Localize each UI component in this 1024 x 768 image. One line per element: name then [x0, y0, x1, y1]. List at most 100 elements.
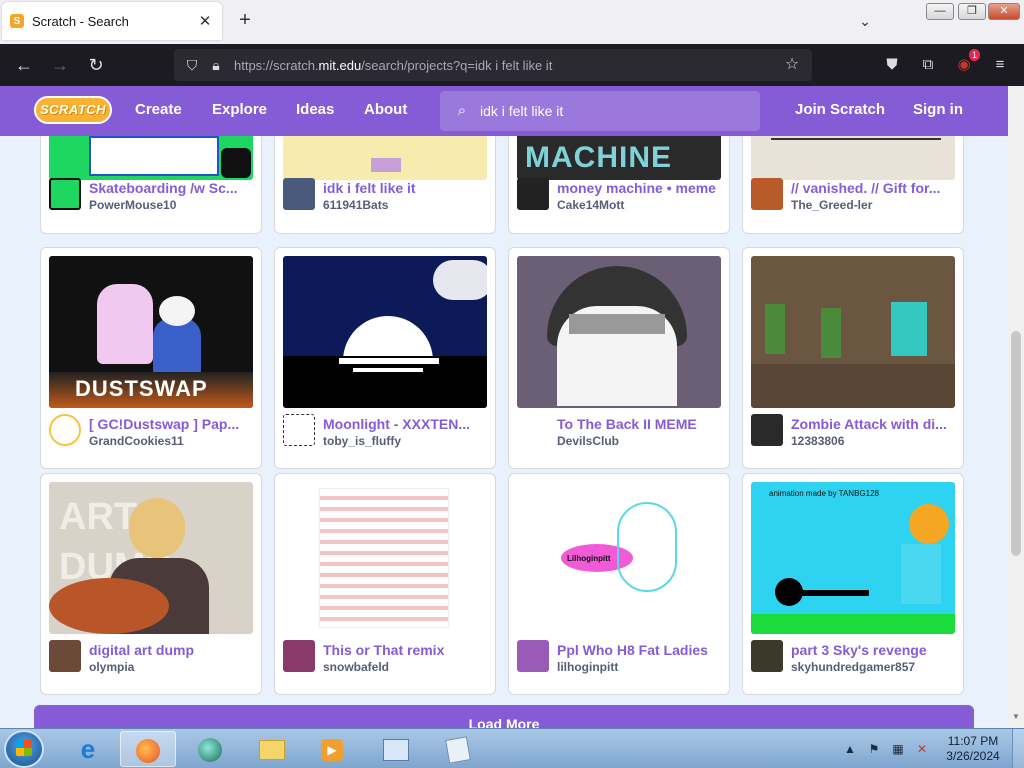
project-title[interactable]: Zombie Attack with di...	[791, 416, 957, 432]
project-thumbnail[interactable]: MACHINE	[517, 136, 721, 180]
project-title[interactable]: // vanished. // Gift for...	[791, 180, 957, 196]
scroll-thumb[interactable]	[1011, 331, 1021, 556]
load-more-button[interactable]: Load More	[34, 705, 974, 728]
lock-icon[interactable]: 🔒︎	[204, 53, 228, 77]
start-button[interactable]	[4, 730, 44, 768]
project-title[interactable]: digital art dump	[89, 642, 255, 658]
forward-arrow-icon[interactable]: →	[48, 53, 72, 77]
minimize-button[interactable]: —	[926, 3, 954, 20]
project-card[interactable]: To The Back II MEME DevilsClub	[508, 247, 730, 469]
project-author[interactable]: lilhoginpitt	[557, 660, 723, 674]
tab-close-icon[interactable]: ✕	[196, 12, 214, 30]
project-title[interactable]: Moonlight - XXXTEN...	[323, 416, 489, 432]
join-scratch-link[interactable]: Join Scratch	[795, 101, 885, 118]
new-tab-button[interactable]: +	[234, 10, 256, 32]
project-author[interactable]: GrandCookies11	[89, 434, 255, 448]
action-center-flag-icon[interactable]: ⚑	[866, 741, 882, 757]
project-card[interactable]: Skateboarding /w Sc... PowerMouse10	[40, 136, 262, 234]
show-hidden-icons-chevron-icon[interactable]: ▲	[842, 741, 858, 757]
nav-ideas[interactable]: Ideas	[296, 101, 334, 118]
author-avatar[interactable]	[283, 178, 315, 210]
nav-about[interactable]: About	[364, 101, 407, 118]
project-thumbnail[interactable]: ART DUMP	[49, 482, 253, 634]
volume-muted-icon[interactable]: ✕	[914, 741, 930, 757]
reload-icon[interactable]: ↻	[84, 53, 108, 77]
show-desktop-button[interactable]	[1012, 729, 1024, 768]
list-tabs-chevron-icon[interactable]: ⌄	[854, 10, 876, 32]
nav-create[interactable]: Create	[135, 101, 182, 118]
browser-tab[interactable]: S Scratch - Search ✕	[2, 2, 222, 40]
project-author[interactable]: PowerMouse10	[89, 198, 255, 212]
scroll-down-arrow-icon[interactable]: ▼	[1011, 712, 1021, 722]
author-avatar[interactable]	[49, 640, 81, 672]
project-card[interactable]: Zombie Attack with di... 12383806	[742, 247, 964, 469]
menu-hamburger-icon[interactable]: ≡	[988, 53, 1012, 77]
project-thumbnail[interactable]	[283, 256, 487, 408]
search-input[interactable]	[480, 103, 750, 119]
internet-explorer-icon[interactable]: e	[60, 731, 116, 767]
app-sphere-icon[interactable]	[182, 731, 238, 767]
project-title[interactable]: This or That remix	[323, 642, 489, 658]
project-card[interactable]: Lilhoginpitt Ppl Who H8 Fat Ladies lilho…	[508, 473, 730, 695]
maximize-button[interactable]: ❐	[958, 3, 986, 20]
sign-in-link[interactable]: Sign in	[913, 101, 963, 118]
url-text[interactable]: https://scratch.mit.edu/search/projects?…	[234, 58, 780, 73]
project-author[interactable]: skyhundredgamer857	[791, 660, 957, 674]
project-author[interactable]: snowbafeld	[323, 660, 489, 674]
bookmark-star-icon[interactable]: ☆	[780, 53, 804, 77]
notepad-icon[interactable]	[430, 731, 486, 767]
author-avatar[interactable]	[49, 414, 81, 446]
project-thumbnail[interactable]	[751, 136, 955, 180]
project-card[interactable]: // vanished. // Gift for... The_Greed-le…	[742, 136, 964, 234]
project-author[interactable]: Cake14Mott	[557, 198, 723, 212]
file-explorer-icon[interactable]	[244, 731, 300, 767]
project-thumbnail[interactable]: Lilhoginpitt	[517, 482, 721, 634]
shield-icon[interactable]: ⛉	[180, 53, 204, 77]
nav-explore[interactable]: Explore	[212, 101, 267, 118]
project-card[interactable]: DUSTSWAP [ GC!Dustswap ] Pap... GrandCoo…	[40, 247, 262, 469]
author-avatar[interactable]	[751, 178, 783, 210]
extensions-puzzle-icon[interactable]: ⧉	[916, 53, 940, 77]
author-avatar[interactable]	[283, 640, 315, 672]
system-clock[interactable]: 11:07 PM 3/26/2024	[936, 734, 1010, 764]
project-author[interactable]: 12383806	[791, 434, 957, 448]
pocket-icon[interactable]: ⛊	[880, 53, 904, 77]
author-avatar[interactable]	[517, 640, 549, 672]
url-bar[interactable]: ⛉ 🔒︎ https://scratch.mit.edu/search/proj…	[174, 49, 812, 81]
project-author[interactable]: DevilsClub	[557, 434, 723, 448]
project-thumbnail[interactable]	[751, 256, 955, 408]
author-avatar[interactable]	[751, 414, 783, 446]
project-title[interactable]: To The Back II MEME	[557, 416, 723, 432]
project-card[interactable]: ART DUMP digital art dump olympia	[40, 473, 262, 695]
project-thumbnail[interactable]	[283, 136, 487, 180]
author-avatar[interactable]	[517, 414, 549, 446]
project-thumbnail[interactable]	[283, 482, 487, 634]
author-avatar[interactable]	[283, 414, 315, 446]
project-author[interactable]: olympia	[89, 660, 255, 674]
project-thumbnail[interactable]: DUSTSWAP	[49, 256, 253, 408]
project-title[interactable]: [ GC!Dustswap ] Pap...	[89, 416, 255, 432]
project-thumbnail[interactable]: animation made by TANBG128	[751, 482, 955, 634]
project-author[interactable]: The_Greed-ler	[791, 198, 957, 212]
project-thumbnail[interactable]	[517, 256, 721, 408]
project-card[interactable]: This or That remix snowbafeld	[274, 473, 496, 695]
project-card[interactable]: Moonlight - XXXTEN... toby_is_fluffy	[274, 247, 496, 469]
project-card[interactable]: idk i felt like it 611941Bats	[274, 136, 496, 234]
project-title[interactable]: Ppl Who H8 Fat Ladies	[557, 642, 723, 658]
project-title[interactable]: money machine • meme	[557, 180, 723, 196]
page-scrollbar[interactable]: ▼	[1008, 86, 1024, 728]
project-card[interactable]: animation made by TANBG128 part 3 Sky's …	[742, 473, 964, 695]
search-box[interactable]: ⌕	[440, 91, 760, 131]
author-avatar[interactable]	[517, 178, 549, 210]
project-author[interactable]: toby_is_fluffy	[323, 434, 489, 448]
project-title[interactable]: Skateboarding /w Sc...	[89, 180, 255, 196]
back-arrow-icon[interactable]: ←	[12, 53, 36, 77]
control-panel-icon[interactable]	[368, 731, 424, 767]
author-avatar[interactable]	[751, 640, 783, 672]
project-author[interactable]: 611941Bats	[323, 198, 489, 212]
media-player-icon[interactable]: ▶	[304, 731, 360, 767]
project-title[interactable]: part 3 Sky's revenge	[791, 642, 957, 658]
author-avatar[interactable]	[49, 178, 81, 210]
network-icon[interactable]: ▦	[890, 741, 906, 757]
ublock-icon[interactable]: ◉ 1	[952, 49, 980, 77]
